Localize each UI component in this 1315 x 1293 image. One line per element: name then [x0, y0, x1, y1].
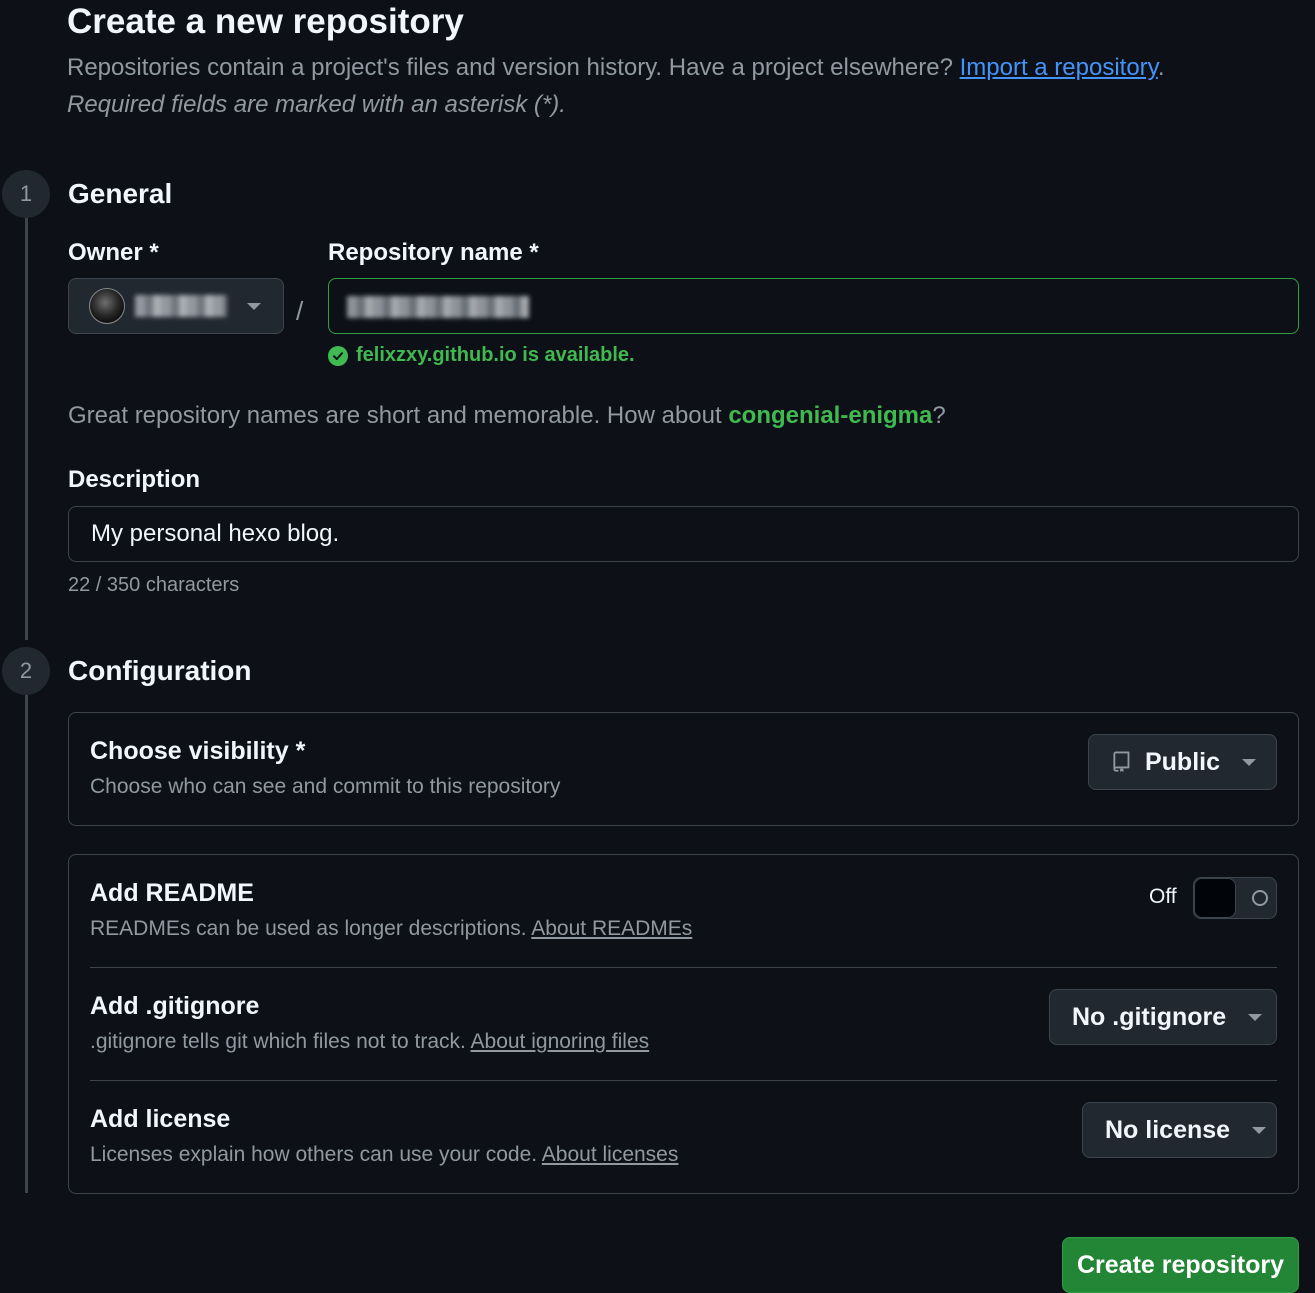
- owner-label: Owner *: [68, 239, 159, 266]
- step-number-configuration: 2: [2, 647, 50, 695]
- name-suggestion: Great repository names are short and mem…: [68, 402, 946, 429]
- create-repository-button[interactable]: Create repository: [1062, 1237, 1299, 1293]
- section-title-configuration: Configuration: [68, 655, 252, 686]
- step-line-configuration: [25, 695, 28, 1193]
- description-input[interactable]: My personal hexo blog.: [68, 506, 1299, 562]
- repository-name-redacted: [347, 296, 529, 318]
- readme-toggle[interactable]: [1193, 877, 1277, 919]
- about-readmes-link[interactable]: About READMEs: [531, 917, 692, 940]
- availability-text: felixzxy.github.io is available.: [356, 344, 635, 366]
- toggle-off-icon: [1252, 890, 1268, 906]
- visibility-selected-value: Public: [1144, 747, 1220, 776]
- license-selected-value: No license: [1105, 1115, 1231, 1144]
- gitignore-selected-value: No .gitignore: [1072, 1002, 1227, 1031]
- chevron-down-icon: [1252, 1126, 1267, 1134]
- chevron-down-icon: [1242, 758, 1256, 766]
- suggested-name[interactable]: congenial-enigma: [728, 402, 932, 429]
- step-number-general: 1: [2, 170, 50, 218]
- description-label: Description: [68, 466, 201, 493]
- owner-avatar: [89, 288, 125, 324]
- required-fields-note: Required fields are marked with an aster…: [67, 91, 566, 118]
- about-licenses-link[interactable]: About licenses: [542, 1143, 679, 1166]
- row-divider: [90, 1080, 1277, 1081]
- gitignore-select[interactable]: No .gitignore: [1049, 989, 1277, 1045]
- description-char-count: 22 / 350 characters: [68, 574, 240, 596]
- owner-repo-separator: /: [296, 296, 304, 326]
- check-circle-icon: [328, 345, 348, 366]
- row-divider: [90, 967, 1277, 968]
- chevron-down-icon: [1248, 1013, 1263, 1021]
- step-line-general: [25, 218, 28, 640]
- license-description: Licenses explain how others can use your…: [90, 1143, 679, 1166]
- visibility-title: Choose visibility *: [90, 737, 306, 765]
- owner-select[interactable]: [68, 278, 284, 334]
- repository-name-label: Repository name *: [328, 239, 539, 266]
- license-select[interactable]: No license: [1082, 1102, 1277, 1158]
- readme-toggle-state: Off: [1149, 885, 1177, 908]
- section-title-general: General: [68, 178, 173, 209]
- license-title: Add license: [90, 1105, 231, 1133]
- import-repository-link[interactable]: Import a repository: [960, 54, 1158, 81]
- chevron-down-icon: [247, 302, 261, 310]
- readme-description: READMEs can be used as longer descriptio…: [90, 917, 693, 940]
- availability-message: felixzxy.github.io is available.: [328, 344, 635, 367]
- page-subtitle: Repositories contain a project's files a…: [67, 54, 1165, 81]
- visibility-select[interactable]: Public: [1088, 734, 1277, 790]
- gitignore-title: Add .gitignore: [90, 992, 260, 1020]
- repository-name-input[interactable]: [328, 278, 1299, 334]
- about-ignoring-files-link[interactable]: About ignoring files: [471, 1030, 650, 1053]
- gitignore-description: .gitignore tells git which files not to …: [90, 1030, 650, 1053]
- owner-name-redacted: [135, 295, 227, 317]
- readme-title: Add README: [90, 879, 254, 907]
- repo-icon: [1113, 751, 1130, 772]
- toggle-knob: [1194, 878, 1236, 918]
- page-title: Create a new repository: [67, 2, 464, 41]
- visibility-description: Choose who can see and commit to this re…: [90, 775, 561, 798]
